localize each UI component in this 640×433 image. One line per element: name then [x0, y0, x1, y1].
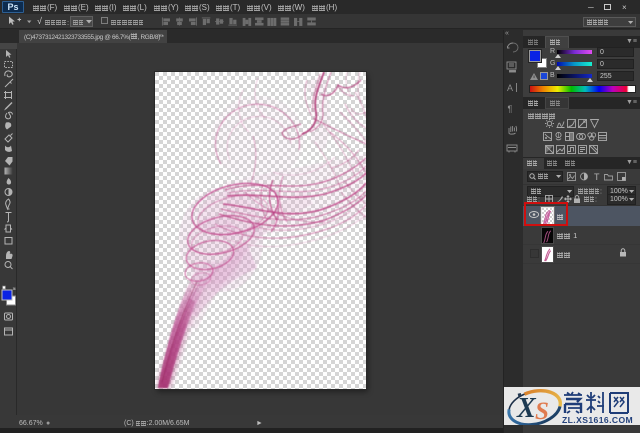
svg-text:ZL.XS1616.COM: ZL.XS1616.COM: [562, 415, 633, 425]
svg-text:T: T: [594, 172, 600, 181]
svg-text:A: A: [507, 83, 513, 93]
svg-text:¶: ¶: [508, 104, 513, 114]
svg-text:S: S: [535, 398, 549, 425]
svg-text:X: X: [516, 393, 537, 424]
